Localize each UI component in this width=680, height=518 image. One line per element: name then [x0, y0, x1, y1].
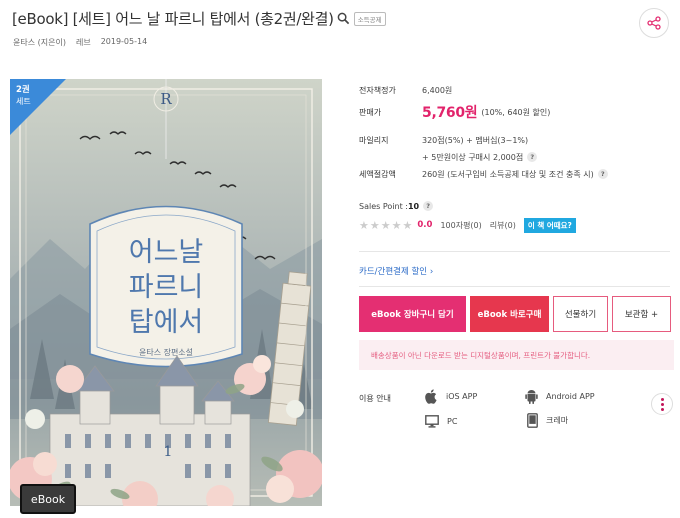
pc-label: PC [447, 417, 458, 426]
star-icon: ★ [359, 218, 369, 232]
price-info: 전자책정가 6,400원 판매가 5,760원 (10%, 640원 할인) 마… [359, 84, 659, 233]
tax-row: 세액절감액 260원 (도서구입비 소득공제 대상 및 조건 충족 시) ? [359, 168, 659, 180]
rating-stars: ★ ★ ★ ★ ★ [359, 220, 412, 231]
mileage-extra-row: + 5만원이상 구매시 2,000점 ? [359, 151, 659, 163]
more-options-button[interactable] [651, 393, 673, 415]
monitor-icon [425, 415, 439, 428]
rating-score: 0.0 [417, 220, 433, 230]
sale-price: 5,760원 [422, 105, 478, 121]
sales-point-label: Sales Point : [359, 201, 408, 211]
mileage-label: 마일리지 [359, 135, 389, 145]
sales-point-row: Sales Point : 10 ? [359, 200, 659, 212]
divider [359, 251, 670, 252]
apple-icon [425, 389, 437, 404]
android-icon [525, 390, 538, 404]
digital-notice: 배송상품이 아닌 다운로드 받는 디지털상품이며, 프린트가 불가합니다. [359, 340, 674, 370]
tax-label: 세액절감액 [359, 169, 396, 179]
android-label: Android APP [546, 392, 595, 401]
review-link[interactable]: 리뷰(0) [490, 220, 516, 231]
platform-android[interactable]: Android APP [525, 389, 595, 404]
cover-crest: R [160, 90, 172, 108]
more-vertical-icon-dot [660, 407, 664, 411]
search-icon[interactable] [337, 12, 350, 25]
mileage-value: 320점(5%) + 멤버십(3~1%) [422, 135, 529, 145]
sale-price-row: 판매가 5,760원 (10%, 640원 할인) [359, 104, 659, 121]
cover-title-line2: 파르니 [129, 272, 204, 303]
help-icon[interactable]: ? [423, 201, 434, 211]
publish-date: 2019-05-14 [100, 37, 148, 46]
product-title: [eBook] [세트] 어느 날 파르니 탑에서 (총2권/완결) [12, 10, 334, 28]
cover-title-line3: 탑에서 [129, 307, 204, 338]
crema-label: 크레마 [546, 416, 569, 425]
tax-value: 260원 (도서구입비 소득공제 대상 및 조건 충족 시) [422, 169, 594, 179]
more-vertical-icon-dot [660, 402, 664, 406]
rating-row: ★ ★ ★ ★ ★ 0.0 100자평(0) 리뷰(0) 이 책 어때요? [359, 217, 659, 233]
star-icon: ★ [369, 218, 380, 232]
set-label: 세트 [16, 97, 31, 106]
share-icon [647, 16, 661, 30]
help-icon[interactable]: ? [527, 152, 538, 162]
cover-title-line1: 어느날 [129, 237, 204, 268]
book-cover[interactable]: R 어느날 파르니 탑에서 윤타스 장편소설 1 [10, 79, 322, 506]
ebook-format-tag: eBook [20, 484, 76, 514]
mileage-row: 마일리지 320점(5%) + 멤버십(3~1%) [359, 134, 659, 146]
help-icon[interactable]: ? [597, 169, 608, 179]
star-icon: ★ [380, 218, 391, 232]
ebook-price: 6,400원 [422, 85, 453, 95]
ebook-price-row: 전자책정가 6,400원 [359, 84, 659, 96]
evaluate-button[interactable]: 이 책 어때요? [523, 217, 576, 233]
short-review-link[interactable]: 100자평(0) [440, 220, 481, 231]
wishlist-button[interactable]: 보관함 + [612, 296, 671, 332]
star-icon: ★ [391, 218, 402, 232]
ereader-icon [527, 413, 538, 428]
ebook-price-label: 전자책정가 [359, 85, 396, 95]
set-count: 2권 [16, 85, 30, 95]
sale-discount-note: (10%, 640원 할인) [481, 107, 551, 117]
platform-pc[interactable]: PC [425, 415, 457, 428]
add-to-cart-button[interactable]: eBook 장바구니 담기 [359, 296, 466, 332]
set-ribbon-label: 2권 세트 [16, 85, 31, 107]
cover-illustration: R 어느날 파르니 탑에서 윤타스 장편소설 1 [10, 79, 322, 506]
gift-button[interactable]: 선물하기 [553, 296, 608, 332]
sales-point-value: 10 [407, 201, 420, 211]
usage-label: 이용 안내 [359, 394, 391, 403]
divider [359, 286, 670, 287]
deduction-badge: 소득공제 [353, 11, 386, 26]
sale-price-label: 판매가 [359, 107, 382, 117]
platform-ios[interactable]: iOS APP [425, 389, 477, 404]
action-buttons: eBook 장바구니 담기 eBook 바로구매 선물하기 보관함 + [359, 296, 671, 332]
ios-label: iOS APP [446, 392, 478, 401]
title-row: [eBook] [세트] 어느 날 파르니 탑에서 (총2권/완결) 소득공제 [12, 8, 620, 29]
author-link[interactable]: 윤타스 (지은이) [13, 37, 66, 48]
buy-now-button[interactable]: eBook 바로구매 [470, 296, 549, 332]
cover-volume: 1 [164, 444, 173, 460]
platform-crema[interactable]: 크레마 [527, 413, 568, 428]
share-button[interactable] [639, 8, 669, 38]
star-icon: ★ [402, 218, 413, 232]
more-vertical-icon [660, 397, 664, 401]
publisher-link[interactable]: 레브 [76, 37, 91, 48]
product-meta: 윤타스 (지은이) 레브 2019-05-14 [13, 37, 147, 48]
card-discount-link[interactable]: 카드/간편결제 할인 › [359, 265, 433, 277]
cover-subtitle: 윤타스 장편소설 [139, 347, 193, 357]
mileage-extra: + 5만원이상 구매시 2,000점 [422, 152, 524, 162]
